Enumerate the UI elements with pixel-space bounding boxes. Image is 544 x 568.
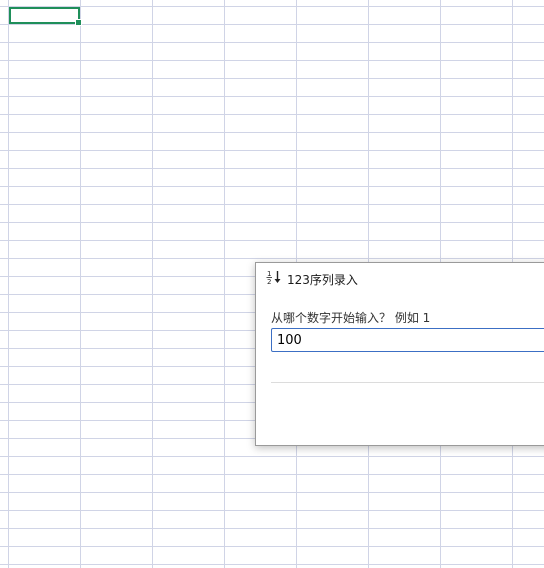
svg-text:2: 2 bbox=[267, 278, 271, 285]
active-cell[interactable] bbox=[9, 7, 82, 26]
dialog-title: 123序列录入 bbox=[287, 273, 358, 287]
dialog-separator bbox=[271, 382, 544, 383]
start-number-input[interactable] bbox=[271, 328, 544, 352]
fraction-down-arrow-icon: 1 2 bbox=[266, 270, 281, 285]
dialog-titlebar[interactable]: 1 2 123序列录入 bbox=[256, 263, 544, 291]
svg-text:1: 1 bbox=[267, 270, 271, 278]
sequence-input-dialog: 1 2 123序列录入 从哪个数字开始输入？ 例如 1 bbox=[255, 262, 544, 446]
prompt-label: 从哪个数字开始输入？ 例如 1 bbox=[271, 311, 431, 325]
fill-handle[interactable] bbox=[75, 19, 82, 26]
